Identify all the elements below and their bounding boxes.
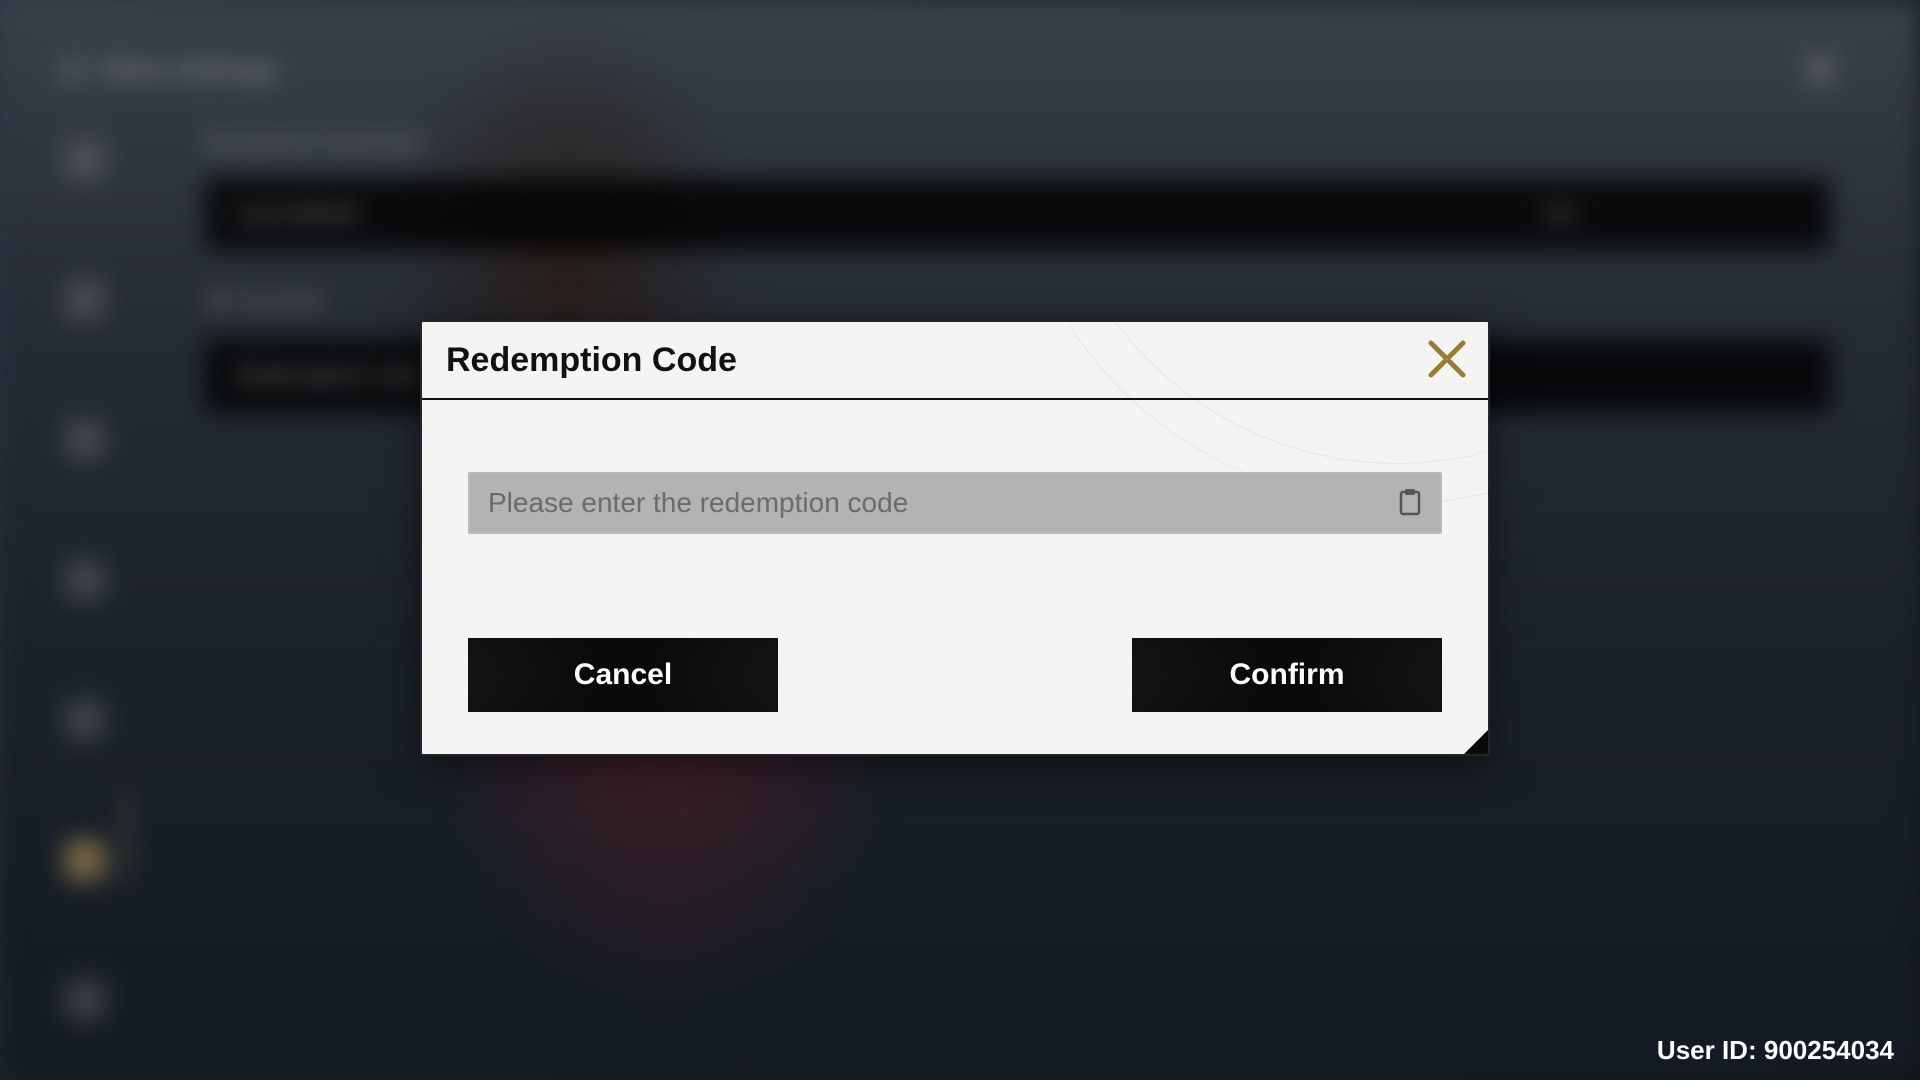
modal-body — [422, 400, 1488, 534]
redemption-code-modal: Redemption Code Cancel Confirm — [420, 320, 1490, 756]
redemption-code-input-wrap[interactable] — [468, 472, 1442, 534]
paste-icon[interactable] — [1398, 489, 1422, 517]
modal-title: Redemption Code — [446, 341, 737, 380]
user-id-label: User ID: — [1657, 1035, 1757, 1065]
confirm-button-label: Confirm — [1230, 658, 1345, 691]
modal-close-button[interactable] — [1422, 334, 1472, 384]
modal-footer: Cancel Confirm — [468, 638, 1442, 712]
close-icon — [1427, 339, 1467, 379]
user-id-value: 900254034 — [1764, 1035, 1894, 1065]
cancel-button-label: Cancel — [574, 658, 672, 691]
cancel-button[interactable]: Cancel — [468, 638, 778, 712]
redemption-code-input[interactable] — [488, 487, 1398, 519]
modal-header: Redemption Code — [422, 322, 1488, 400]
user-id-footer: User ID: 900254034 — [1657, 1035, 1894, 1066]
confirm-button[interactable]: Confirm — [1132, 638, 1442, 712]
